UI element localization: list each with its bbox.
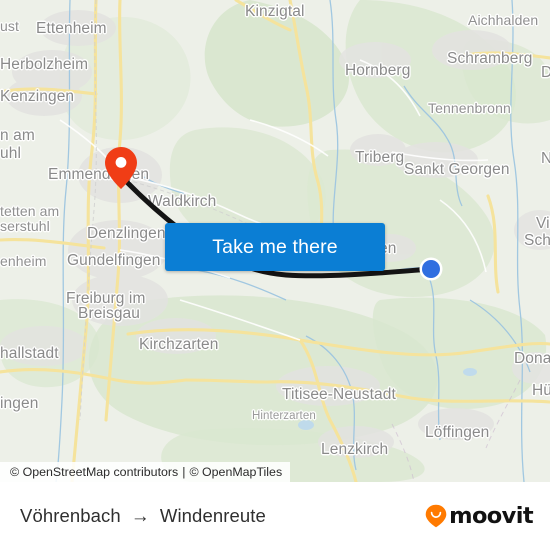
destination-marker-dot-icon[interactable] — [418, 256, 444, 282]
attribution-separator: | — [182, 465, 186, 479]
moovit-route-preview: Kinzigtal Aichhalden Ettenheim ust Schramber… — [0, 0, 550, 550]
route-title: Vöhrenbach → Windenreute — [20, 505, 266, 527]
moovit-logo[interactable]: moovit — [425, 502, 534, 529]
arrow-right-icon: → — [130, 505, 150, 527]
osm-attribution-link[interactable]: © OpenStreetMap contributors — [10, 465, 178, 479]
moovit-pin-smile-icon — [425, 504, 447, 528]
openmaptiles-attribution-link[interactable]: © OpenMapTiles — [189, 465, 282, 479]
map-view[interactable]: Kinzigtal Aichhalden Ettenheim ust Schramber… — [0, 0, 550, 482]
take-me-there-button[interactable]: Take me there — [165, 223, 385, 271]
origin-marker-pin-icon[interactable] — [104, 146, 138, 190]
map-attribution: © OpenStreetMap contributors | © OpenMap… — [0, 462, 291, 482]
footer-bar: Vöhrenbach → Windenreute moovit — [0, 482, 550, 550]
route-origin-label: Vöhrenbach — [20, 505, 121, 526]
moovit-wordmark: moovit — [449, 502, 534, 529]
route-destination-label: Windenreute — [159, 505, 266, 526]
